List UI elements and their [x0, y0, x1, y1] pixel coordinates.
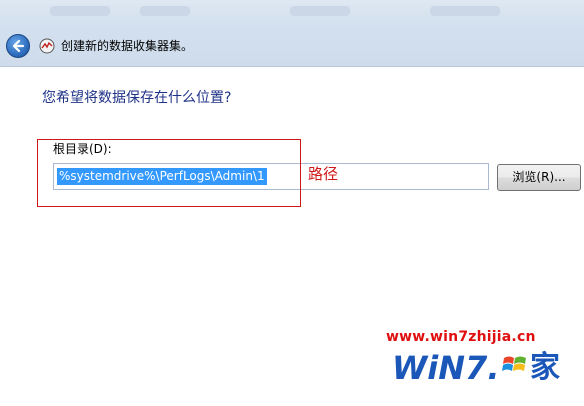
watermark-logo: WiN7. 家 — [392, 348, 572, 392]
title-bar: 创建新的数据收集器集。 — [0, 0, 584, 67]
blurred-background-tabs — [0, 6, 584, 20]
path-annotation-label: 路径 — [308, 165, 339, 183]
back-button[interactable] — [6, 34, 30, 58]
performance-monitor-icon — [39, 38, 55, 54]
browse-button[interactable]: 浏览(R)... — [497, 164, 581, 191]
watermark-logo-suffix: 家 — [530, 350, 560, 385]
back-arrow-icon — [12, 39, 25, 53]
watermark-url: www.win7zhijia.cn — [386, 329, 536, 345]
annotation-highlight-box — [37, 139, 301, 207]
watermark-logo-text: WiN7. — [392, 349, 500, 387]
wizard-title: 创建新的数据收集器集。 — [61, 39, 194, 53]
page-question: 您希望将数据保存在什么位置? — [42, 90, 232, 106]
windows-flag-icon — [502, 356, 526, 371]
